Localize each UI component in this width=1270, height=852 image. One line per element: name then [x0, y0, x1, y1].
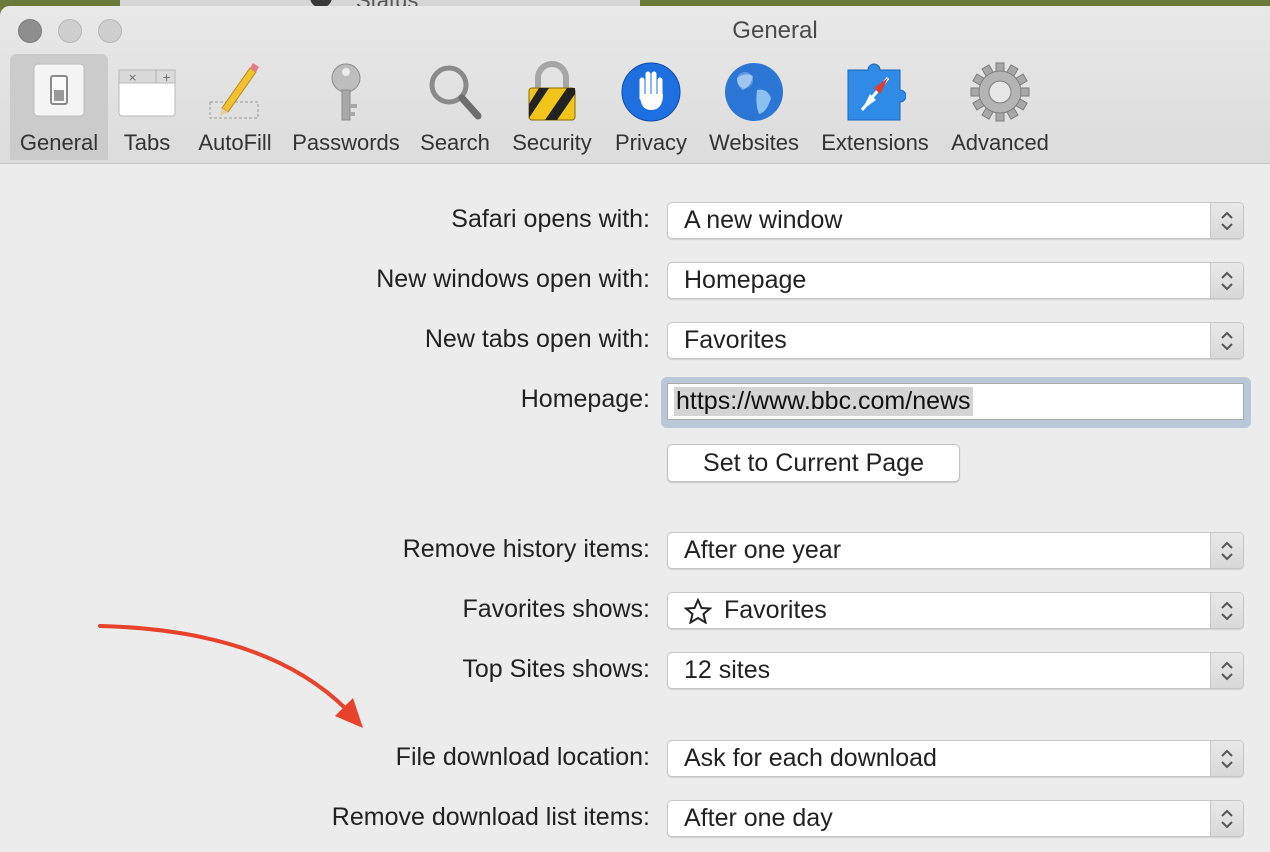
tabs-icon: × + — [118, 69, 176, 117]
tab-privacy-label: Privacy — [614, 130, 688, 155]
annotation-arrow-icon — [98, 624, 363, 728]
gear-icon — [970, 62, 1030, 122]
popup-arrows-icon — [1210, 741, 1243, 776]
file-download-location-label: File download location: — [395, 743, 650, 771]
remove-download-list-items-popup[interactable]: After one day — [667, 800, 1244, 837]
star-outline-icon — [684, 598, 712, 624]
tab-general-label: General — [19, 130, 99, 155]
tab-autofill-label: AutoFill — [198, 130, 272, 155]
remove-history-items-popup[interactable]: After one year — [667, 532, 1244, 569]
new-tabs-open-with-label: New tabs open with: — [424, 325, 650, 353]
tab-security[interactable]: Security — [505, 54, 599, 160]
tab-extensions[interactable]: Extensions — [814, 54, 936, 160]
safari-opens-with-label: Safari opens with: — [451, 205, 650, 233]
homepage-focus-ring: https://www.bbc.com/news — [661, 377, 1251, 428]
tab-search[interactable]: Search — [414, 54, 496, 160]
favorites-shows-label: Favorites shows: — [462, 595, 650, 623]
tab-extensions-label: Extensions — [821, 130, 929, 155]
globe-icon — [725, 63, 783, 121]
top-sites-shows-popup[interactable]: 12 sites — [667, 652, 1244, 689]
set-to-current-page-button[interactable]: Set to Current Page — [667, 444, 960, 482]
remove-history-items-value: After one year — [684, 536, 842, 564]
tab-security-label: Security — [512, 130, 592, 155]
tab-passwords-label: Passwords — [292, 130, 400, 155]
pencil-icon — [209, 63, 259, 119]
switch-icon — [33, 63, 85, 117]
homepage-input[interactable]: https://www.bbc.com/news — [667, 383, 1244, 420]
tab-search-label: Search — [420, 130, 490, 155]
puzzle-compass-icon — [847, 63, 906, 121]
preferences-window: General General × + Tabs AutoFill Passwo… — [0, 6, 1270, 852]
popup-arrows-icon — [1210, 263, 1243, 298]
top-sites-shows-value: 12 sites — [684, 656, 771, 684]
popup-arrows-icon — [1210, 533, 1243, 568]
tab-tabs[interactable]: × + Tabs — [112, 54, 182, 160]
popup-arrows-icon — [1210, 203, 1243, 238]
tab-autofill[interactable]: AutoFill — [193, 54, 277, 160]
homepage-label: Homepage: — [520, 385, 650, 413]
tab-websites[interactable]: Websites — [703, 54, 805, 160]
favorites-shows-value: Favorites — [724, 596, 827, 624]
new-tabs-open-with-popup[interactable]: Favorites — [667, 322, 1244, 359]
popup-arrows-icon — [1210, 323, 1243, 358]
safari-opens-with-value: A new window — [684, 206, 843, 234]
new-windows-open-with-popup[interactable]: Homepage — [667, 262, 1244, 299]
new-windows-open-with-value: Homepage — [684, 266, 807, 294]
popup-arrows-icon — [1210, 801, 1243, 836]
tab-privacy[interactable]: Privacy — [608, 54, 694, 160]
favorites-shows-popup[interactable]: Favorites — [667, 592, 1244, 629]
remove-download-list-items-value: After one day — [684, 804, 833, 832]
window-title: General — [732, 17, 818, 44]
top-sites-shows-label: Top Sites shows: — [462, 655, 650, 683]
file-download-location-popup[interactable]: Ask for each download — [667, 740, 1244, 777]
popup-arrows-icon — [1210, 653, 1243, 688]
hand-icon — [621, 62, 681, 122]
padlock-icon — [528, 61, 576, 121]
popup-arrows-icon — [1210, 593, 1243, 628]
file-download-location-value: Ask for each download — [684, 744, 937, 772]
homepage-value: https://www.bbc.com/news — [674, 387, 973, 416]
tab-general[interactable]: General — [10, 54, 108, 160]
magnifier-icon — [429, 65, 482, 120]
tab-tabs-label: Tabs — [123, 130, 171, 155]
new-tabs-open-with-value: Favorites — [684, 326, 787, 354]
remove-download-list-items-label: Remove download list items: — [331, 803, 650, 831]
new-windows-open-with-label: New windows open with: — [376, 265, 650, 293]
remove-history-items-label: Remove history items: — [402, 535, 650, 563]
tab-advanced-label: Advanced — [951, 130, 1049, 155]
preferences-toolbar: General General × + Tabs AutoFill Passwo… — [0, 6, 1270, 164]
svg-text:×: × — [128, 71, 137, 84]
tab-websites-label: Websites — [708, 130, 800, 155]
tab-passwords[interactable]: Passwords — [287, 54, 405, 160]
safari-opens-with-popup[interactable]: A new window — [667, 202, 1244, 239]
key-icon — [331, 63, 361, 121]
svg-text:+: + — [162, 71, 171, 84]
tab-advanced[interactable]: Advanced — [945, 54, 1055, 160]
